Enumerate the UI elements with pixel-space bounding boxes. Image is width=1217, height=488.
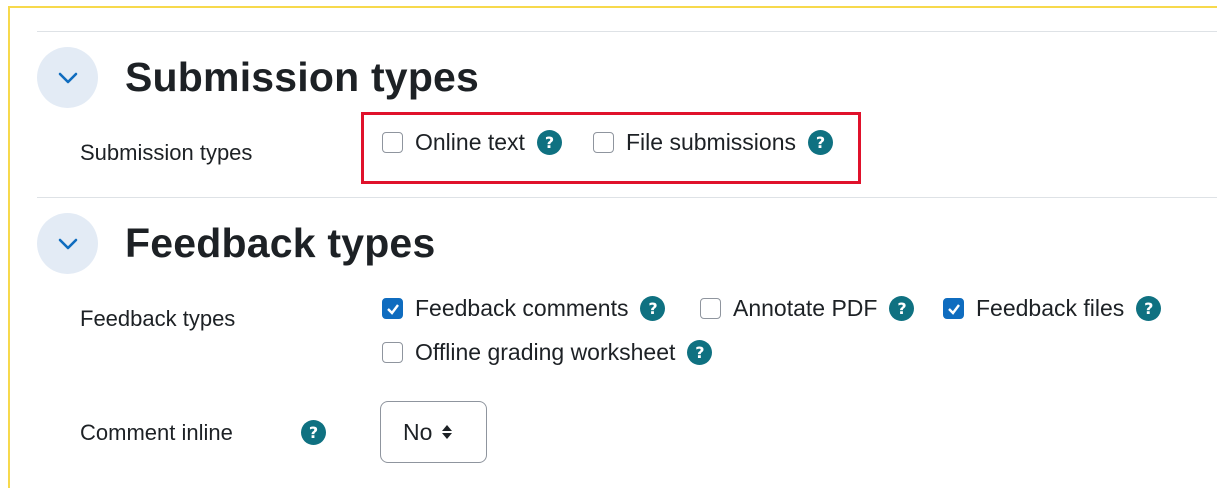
collapse-submission-toggle[interactable] xyxy=(37,47,98,108)
help-icon[interactable]: ? xyxy=(1136,296,1162,321)
chevron-down-icon xyxy=(58,238,77,249)
help-icon[interactable]: ? xyxy=(640,296,666,321)
option-feedback-comments[interactable]: Feedback comments ? xyxy=(382,295,666,322)
help-icon[interactable]: ? xyxy=(301,420,326,445)
feedback-files-label: Feedback files xyxy=(976,295,1125,321)
annotate-pdf-checkbox[interactable] xyxy=(700,298,721,319)
section-title-feedback: Feedback types xyxy=(125,220,436,266)
feedback-comments-label: Feedback comments xyxy=(415,295,629,321)
comment-inline-label: Comment inline xyxy=(80,420,233,445)
offline-grading-worksheet-checkbox[interactable] xyxy=(382,342,403,363)
collapse-feedback-toggle[interactable] xyxy=(37,213,98,274)
section-divider xyxy=(37,197,1217,198)
option-annotate-pdf[interactable]: Annotate PDF ? xyxy=(700,295,915,322)
option-offline-grading-worksheet[interactable]: Offline grading worksheet ? xyxy=(382,339,713,366)
option-feedback-files[interactable]: Feedback files ? xyxy=(943,295,1162,322)
comment-inline-select[interactable]: No xyxy=(380,401,487,463)
highlight-box xyxy=(361,112,861,184)
feedback-comments-checkbox[interactable] xyxy=(382,298,403,319)
help-icon[interactable]: ? xyxy=(889,296,915,321)
select-arrows-icon xyxy=(442,425,453,439)
submission-types-label: Submission types xyxy=(80,140,253,165)
section-title-submission: Submission types xyxy=(125,54,480,100)
offline-grading-worksheet-label: Offline grading worksheet xyxy=(415,339,676,365)
feedback-types-label: Feedback types xyxy=(80,306,236,331)
chevron-down-icon xyxy=(58,72,77,83)
comment-inline-value: No xyxy=(403,418,433,445)
annotate-pdf-label: Annotate PDF xyxy=(733,295,878,321)
feedback-files-checkbox[interactable] xyxy=(943,298,964,319)
help-icon[interactable]: ? xyxy=(687,340,713,365)
section-divider xyxy=(37,31,1217,32)
